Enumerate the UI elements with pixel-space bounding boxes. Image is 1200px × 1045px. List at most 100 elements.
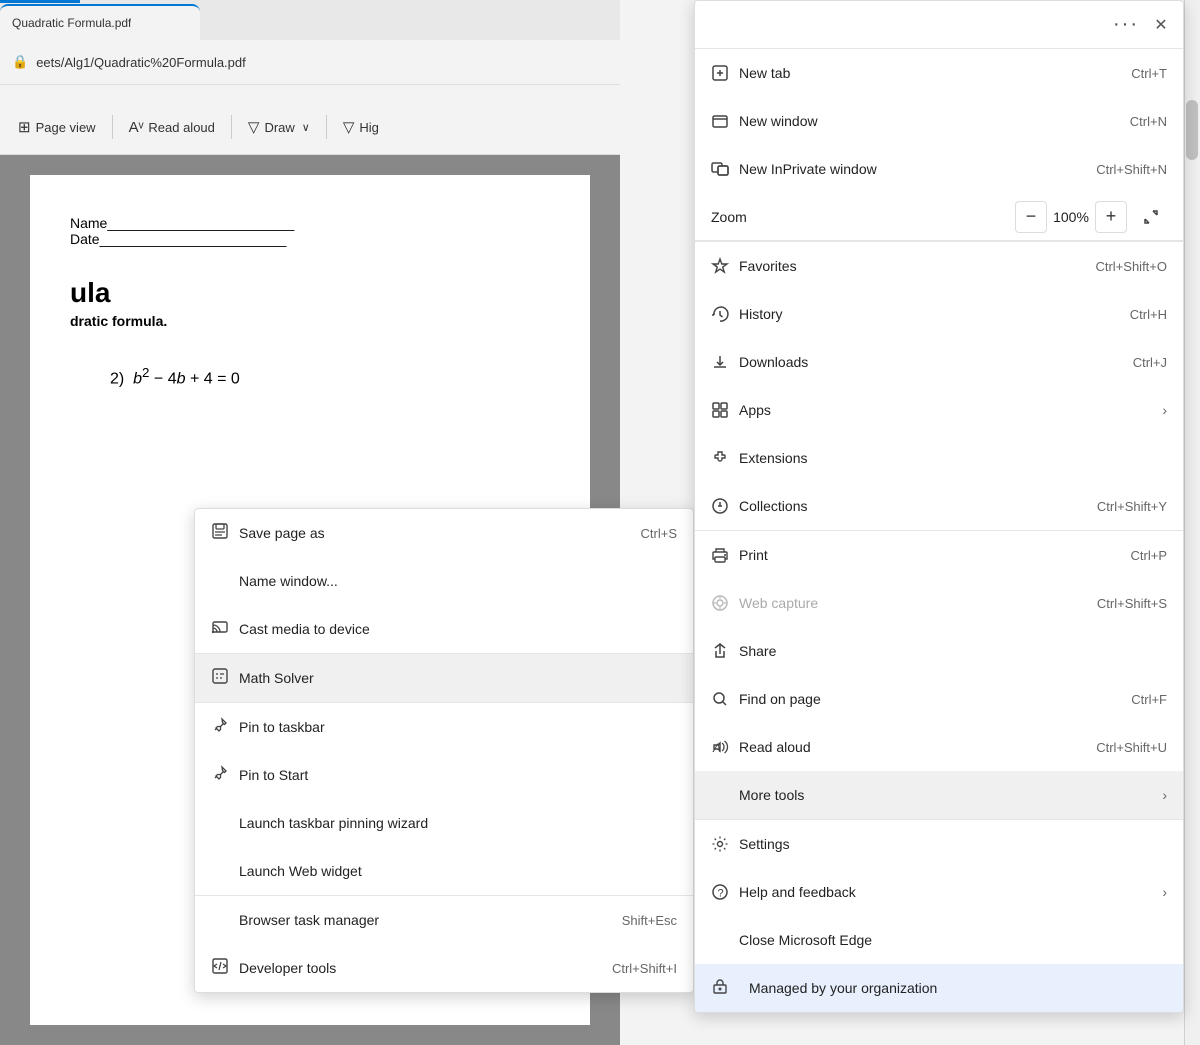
three-dots-button[interactable]: ··· [1105, 9, 1147, 40]
read-aloud-icon: Aᵛ [129, 119, 144, 136]
browser-task-manager-label: Browser task manager [239, 912, 622, 928]
scrollbar-thumb[interactable] [1186, 100, 1198, 160]
extensions-label: Extensions [739, 450, 1167, 466]
tab-bar: Quadratic Formula.pdf [0, 0, 620, 40]
tab-progress [0, 0, 80, 3]
svg-text:?: ? [718, 888, 724, 900]
menu-item-collections[interactable]: Collections Ctrl+Shift+Y [695, 482, 1183, 530]
sub-menu-item-developer-tools[interactable]: Developer tools Ctrl+Shift+I [195, 944, 693, 992]
address-text: eets/Alg1/Quadratic%20Formula.pdf [36, 55, 246, 70]
launch-web-widget-label: Launch Web widget [239, 863, 677, 879]
read-aloud-label: Read aloud [148, 120, 215, 135]
menu-item-apps[interactable]: Apps › [695, 386, 1183, 434]
downloads-icon [711, 353, 739, 371]
pdf-name-line: Name________________________ Date_______… [70, 215, 550, 247]
pdf-subtitle: dratic formula. [70, 313, 550, 329]
share-label: Share [739, 643, 1167, 659]
help-feedback-arrow: › [1162, 884, 1167, 900]
toolbar-sep-1 [112, 115, 113, 139]
save-page-as-icon [211, 522, 239, 545]
toolbar-highlight[interactable]: ▽ Hig [335, 114, 387, 140]
sub-menu-item-save-page-as[interactable]: Save page as Ctrl+S [195, 509, 693, 557]
collections-icon [711, 497, 739, 515]
menu-item-inprivate[interactable]: New InPrivate window Ctrl+Shift+N [695, 145, 1183, 193]
more-tools-label: More tools [739, 787, 1154, 803]
menu-item-print[interactable]: Print Ctrl+P [695, 531, 1183, 579]
menu-close-button[interactable]: ✕ [1147, 11, 1175, 39]
zoom-label: Zoom [711, 209, 1015, 225]
address-bar[interactable]: 🔒 eets/Alg1/Quadratic%20Formula.pdf [0, 40, 620, 85]
zoom-fullscreen-button[interactable] [1135, 201, 1167, 233]
sub-menu-item-pin-taskbar[interactable]: Pin to taskbar [195, 703, 693, 751]
sub-menu-item-launch-taskbar-wizard[interactable]: Launch taskbar pinning wizard [195, 799, 693, 847]
menu-item-find-on-page[interactable]: Find on page Ctrl+F [695, 675, 1183, 723]
save-page-as-shortcut: Ctrl+S [641, 526, 677, 541]
menu-item-web-capture[interactable]: Web capture Ctrl+Shift+S [695, 579, 1183, 627]
menu-item-downloads[interactable]: Downloads Ctrl+J [695, 338, 1183, 386]
toolbar-draw[interactable]: ▽ Draw ∨ [240, 114, 318, 140]
print-shortcut: Ctrl+P [1131, 548, 1167, 563]
downloads-label: Downloads [739, 354, 1117, 370]
toolbar-sep-2 [231, 115, 232, 139]
web-capture-icon [711, 594, 739, 612]
history-shortcut: Ctrl+H [1130, 307, 1167, 322]
zoom-increase-button[interactable]: + [1095, 201, 1127, 233]
favorites-shortcut: Ctrl+Shift+O [1095, 259, 1167, 274]
browser-task-manager-shortcut: Shift+Esc [622, 913, 677, 928]
menu-item-share[interactable]: Share [695, 627, 1183, 675]
toolbar-read-aloud[interactable]: Aᵛ Read aloud [121, 115, 223, 140]
web-capture-shortcut: Ctrl+Shift+S [1097, 596, 1167, 611]
cast-media-icon [211, 618, 239, 641]
toolbar-sep-3 [326, 115, 327, 139]
menu-item-settings[interactable]: Settings [695, 820, 1183, 868]
menu-item-history[interactable]: History Ctrl+H [695, 290, 1183, 338]
launch-taskbar-wizard-label: Launch taskbar pinning wizard [239, 815, 677, 831]
sub-menu-item-browser-task-manager[interactable]: Browser task manager Shift+Esc [195, 896, 693, 944]
pdf-title-ula: ula [70, 277, 550, 309]
read-aloud-menu-label: Read aloud [739, 739, 1080, 755]
menu-item-help-feedback[interactable]: ? Help and feedback › [695, 868, 1183, 916]
share-icon [711, 642, 739, 660]
highlight-icon: ▽ [343, 118, 355, 136]
menu-item-new-tab[interactable]: New tab Ctrl+T [695, 49, 1183, 97]
downloads-shortcut: Ctrl+J [1133, 355, 1167, 370]
managed-icon [711, 977, 739, 1000]
draw-icon: ▽ [248, 118, 260, 136]
sub-menu-item-launch-web-widget[interactable]: Launch Web widget [195, 847, 693, 895]
extensions-icon [711, 449, 739, 467]
sub-menu-item-name-window[interactable]: Name window... [195, 557, 693, 605]
menu-item-new-window[interactable]: New window Ctrl+N [695, 97, 1183, 145]
active-tab[interactable]: Quadratic Formula.pdf [0, 4, 200, 40]
pdf-date-label: Date [70, 231, 100, 247]
menu-top-bar: ··· ✕ [695, 1, 1183, 49]
menu-item-extensions[interactable]: Extensions [695, 434, 1183, 482]
find-on-page-shortcut: Ctrl+F [1131, 692, 1167, 707]
highlight-label: Hig [359, 120, 379, 135]
collections-label: Collections [739, 498, 1081, 514]
save-page-as-label: Save page as [239, 525, 641, 541]
pin-start-icon [211, 764, 239, 787]
menu-item-read-aloud[interactable]: A Read aloud Ctrl+Shift+U [695, 723, 1183, 771]
menu-item-close-edge[interactable]: Close Microsoft Edge [695, 916, 1183, 964]
toolbar-page-view[interactable]: ⊞ Page view [10, 114, 104, 140]
settings-icon [711, 835, 739, 853]
print-icon [711, 546, 739, 564]
address-lock-icon: 🔒 [12, 54, 28, 70]
tab-title: Quadratic Formula.pdf [12, 16, 131, 30]
managed-bar: Managed by your organization [695, 964, 1183, 1012]
draw-label: Draw [264, 120, 294, 135]
help-feedback-icon: ? [711, 883, 739, 901]
sub-menu-item-math-solver[interactable]: Math Solver [195, 654, 693, 702]
inprivate-shortcut: Ctrl+Shift+N [1096, 162, 1167, 177]
pdf-name-label: Name [70, 215, 107, 231]
zoom-decrease-button[interactable]: − [1015, 201, 1047, 233]
new-tab-icon [711, 64, 739, 82]
print-label: Print [739, 547, 1115, 563]
menu-item-favorites[interactable]: Favorites Ctrl+Shift+O [695, 242, 1183, 290]
menu-item-more-tools[interactable]: More tools › [695, 771, 1183, 819]
sub-menu-item-cast-media[interactable]: Cast media to device [195, 605, 693, 653]
math-solver-label: Math Solver [239, 670, 677, 686]
sub-menu-item-pin-start[interactable]: Pin to Start [195, 751, 693, 799]
scrollbar[interactable] [1184, 0, 1200, 1045]
apps-icon [711, 401, 739, 419]
